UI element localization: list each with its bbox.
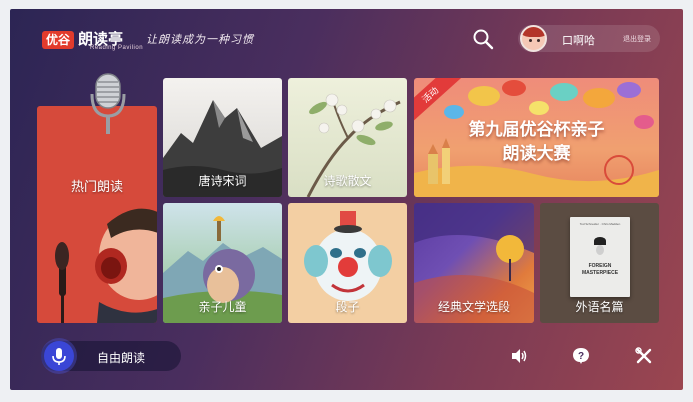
tile-label: 亲子儿童	[198, 300, 247, 314]
logout-button[interactable]: 退出登录	[623, 34, 651, 44]
tile-popular-reading[interactable]: 热门朗读	[37, 106, 157, 323]
event-title: 第九届优谷杯亲子 朗读大赛	[414, 118, 659, 166]
tile-poetry-prose[interactable]: 诗歌散文	[288, 78, 407, 197]
event-banner[interactable]: 活动 第九届优谷杯亲子 朗读大赛	[414, 78, 659, 197]
book-title-line1: FOREIGN	[588, 263, 612, 269]
help-icon[interactable]: ?	[572, 347, 590, 365]
tile-label: 诗歌散文	[323, 174, 372, 188]
tile-label: 唐诗宋词	[198, 174, 247, 188]
avatar[interactable]	[520, 25, 547, 52]
free-read-button[interactable]: 自由朗读	[41, 341, 181, 371]
tile-tang-song-poetry[interactable]: 唐诗宋词	[163, 78, 282, 197]
app-logo: 优谷 朗读亭 Reading Pavilion	[42, 30, 143, 51]
tile-jokes[interactable]: 段子	[288, 203, 407, 323]
microphone-icon	[90, 73, 126, 134]
tile-parent-child[interactable]: 亲子儿童	[163, 203, 282, 323]
tile-label: 经典文学选段	[437, 300, 510, 314]
event-title-line2: 朗读大赛	[502, 144, 571, 163]
user-panel[interactable]: 口啊哈 退出登录	[518, 25, 660, 52]
microphone-icon[interactable]	[44, 341, 74, 371]
username: 口啊哈	[562, 35, 595, 47]
tools-icon[interactable]	[635, 347, 653, 365]
svg-text:?: ?	[578, 351, 584, 362]
tile-label: 段子	[335, 300, 360, 314]
bowler-hat-icon	[594, 237, 606, 245]
volume-icon[interactable]	[510, 347, 528, 365]
tile-foreign-masterpieces[interactable]: Tod Schneider · Chris Madden FOREIGN MAS…	[540, 203, 659, 323]
tile-label: 热门朗读	[70, 179, 123, 194]
book-authors: Tod Schneider · Chris Madden	[579, 222, 621, 226]
book-cover: Tod Schneider · Chris Madden FOREIGN MAS…	[570, 217, 630, 297]
search-icon[interactable]	[472, 28, 494, 50]
logo-subtitle: Reading Pavilion	[90, 45, 144, 51]
logo-badge: 优谷	[42, 31, 75, 49]
boy-microphone-illustration	[55, 208, 157, 323]
event-title-line1: 第九届优谷杯亲子	[468, 120, 605, 139]
tile-label: 外语名篇	[575, 300, 624, 314]
book-title-line2: MASTERPIECE	[581, 270, 619, 276]
tile-classic-literature[interactable]: 经典文学选段	[414, 203, 534, 323]
free-read-label: 自由朗读	[97, 351, 146, 365]
app-screen: 优谷 朗读亭 Reading Pavilion 让朗读成为一种习惯 口啊哈 退出…	[10, 9, 683, 390]
slogan: 让朗读成为一种习惯	[146, 33, 254, 46]
